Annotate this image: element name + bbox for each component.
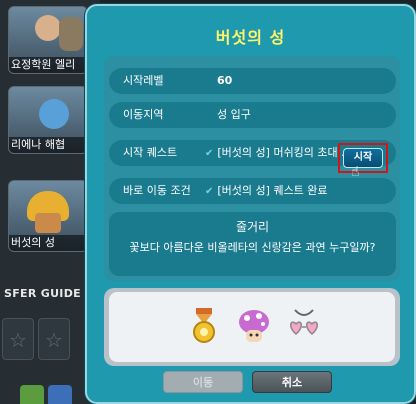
move-area-label: 이동지역 (123, 108, 164, 121)
dialog-title: 버섯의 성 (215, 28, 286, 47)
map-card-riena-strait[interactable]: 리에나 해협 (8, 86, 88, 154)
character-portrait (35, 15, 61, 41)
character-portrait (39, 99, 69, 129)
map-card-caption: 요정학원 엘리 (9, 57, 87, 73)
map-card-fairy-academy[interactable]: 요정학원 엘리 (8, 6, 88, 74)
check-icon: ✔ (205, 148, 214, 159)
castle-door (35, 213, 61, 233)
map-card-caption: 버섯의 성 (9, 235, 87, 251)
hand-cursor-icon: ☝ (351, 164, 360, 180)
start-level-value: 60 (217, 74, 233, 87)
shortcut-icon[interactable] (48, 385, 72, 404)
start-quest-label: 시작 퀘스트 (123, 146, 178, 159)
direct-move-condition-row: 바로 이동 조건 ✔ [버섯의 성] 퀘스트 완료 (109, 178, 396, 204)
direct-move-condition-value: [버섯의 성] 퀘스트 완료 (217, 184, 328, 197)
storyline-text: 꽃보다 아름다운 비올레타의 신랑감은 과연 누구일까? (129, 241, 376, 254)
move-button[interactable]: 이동 (163, 371, 243, 393)
storyline-title: 줄거리 (235, 220, 270, 234)
map-card-caption: 리에나 해협 (9, 137, 87, 153)
heart-glasses-icon[interactable] (287, 306, 321, 346)
start-level-label: 시작레벨 (123, 74, 164, 87)
start-level-row: 시작레벨 60 (109, 68, 396, 94)
map-transfer-dialog: 버섯의 성 시작레벨 60 이동지역 성 입구 시작 퀘스트 ✔ [버섯의 성] … (85, 4, 416, 404)
character-portrait (59, 17, 83, 51)
star-slot[interactable]: ☆ (38, 318, 70, 360)
reward-items (109, 292, 395, 362)
move-area-row: 이동지역 성 입구 (109, 102, 396, 128)
start-quest-highlight: 시작 (338, 143, 388, 173)
check-icon: ✔ (205, 186, 214, 197)
shortcut-icon[interactable] (20, 385, 44, 404)
medal-icon[interactable] (187, 306, 221, 346)
map-card-mushroom-castle[interactable]: 버섯의 성 (8, 180, 88, 252)
star-slot[interactable]: ☆ (2, 318, 34, 360)
cancel-button[interactable]: 취소 (252, 371, 332, 393)
reward-panel (104, 288, 400, 366)
mushroom-hat-icon[interactable] (237, 306, 271, 346)
start-quest-value: [버섯의 성] 머쉬킹의 초대... (217, 146, 349, 159)
move-area-value: 성 입구 (217, 108, 251, 121)
storyline-box: 줄거리 꽃보다 아름다운 비올레타의 신랑감은 과연 누구일까? (109, 212, 396, 276)
direct-move-condition-label: 바로 이동 조건 (123, 184, 191, 197)
start-quest-button[interactable]: 시작 (343, 148, 383, 168)
